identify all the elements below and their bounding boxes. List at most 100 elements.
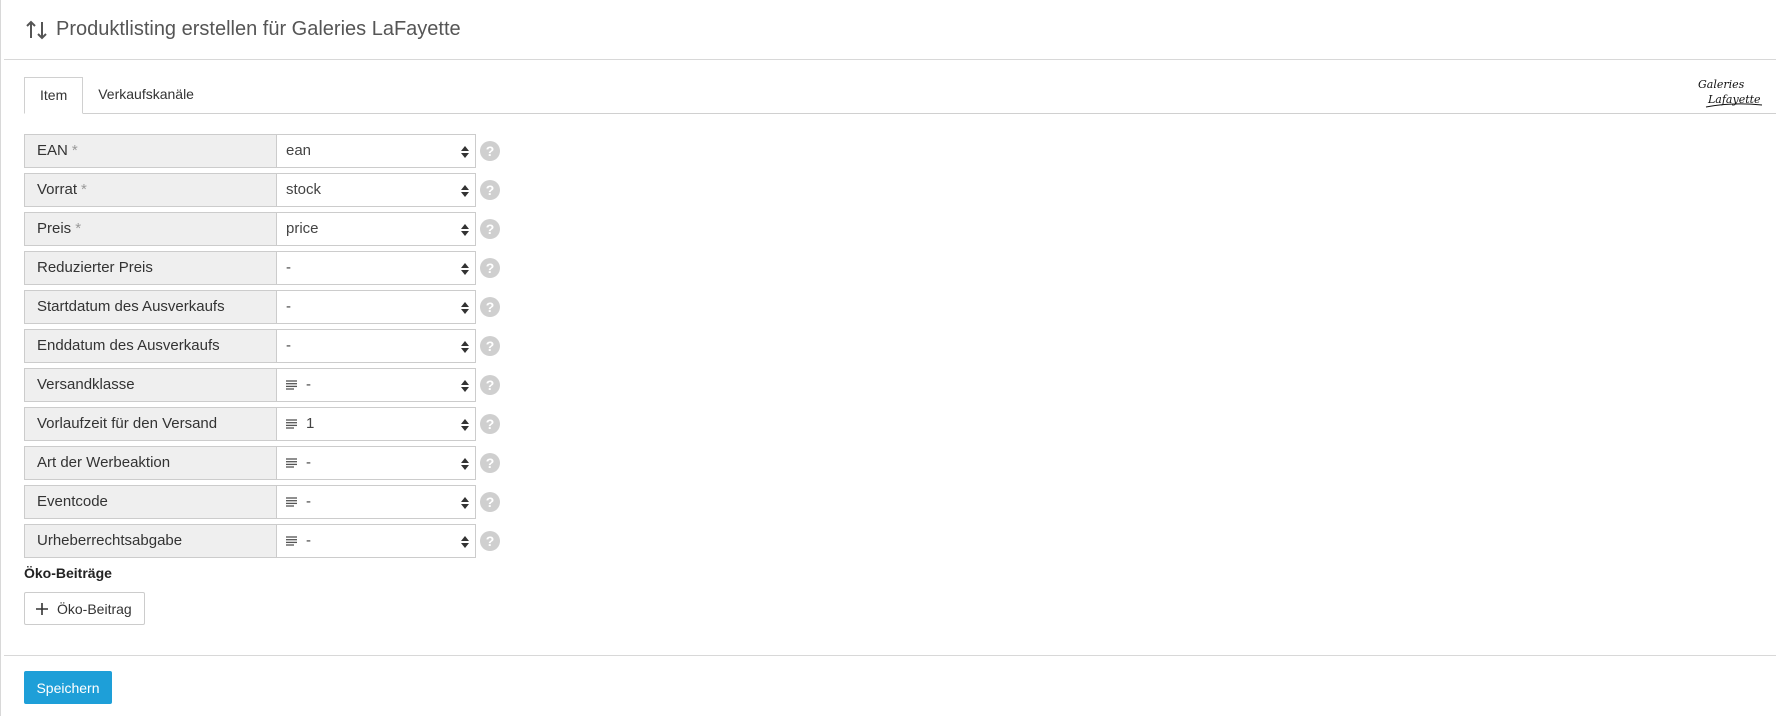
page-frame: [0, 0, 4, 716]
field-label: Enddatum des Ausverkaufs: [24, 329, 276, 363]
help-icon[interactable]: ?: [480, 453, 500, 473]
field-label-text: Eventcode: [37, 493, 108, 510]
save-button[interactable]: Speichern: [24, 671, 112, 704]
form-row: Preis * price?: [24, 212, 500, 246]
field-select-value: -: [306, 493, 311, 510]
field-select[interactable]: price: [276, 212, 476, 246]
select-arrows-icon: [461, 458, 469, 470]
field-label: EAN *: [24, 134, 276, 168]
plus-icon: [36, 602, 48, 615]
tab-item[interactable]: Item: [24, 77, 84, 114]
form-row: Vorrat * stock?: [24, 173, 500, 207]
field-select-value: price: [286, 220, 319, 237]
form-row: Reduzierter Preis -?: [24, 251, 500, 285]
form-row: Urheberrechtsabgabe -?: [24, 524, 500, 558]
field-select-value: -: [286, 298, 291, 315]
field-label: Vorlaufzeit für den Versand: [24, 407, 276, 441]
field-label: Vorrat *: [24, 173, 276, 207]
form-row: Art der Werbeaktion -?: [24, 446, 500, 480]
help-icon[interactable]: ?: [480, 375, 500, 395]
field-label-text: Enddatum des Ausverkaufs: [37, 337, 220, 354]
form-row: EAN * ean?: [24, 134, 500, 168]
field-label: Startdatum des Ausverkaufs: [24, 290, 276, 324]
field-select[interactable]: ean: [276, 134, 476, 168]
text-lines-icon: [286, 419, 297, 429]
help-icon[interactable]: ?: [480, 531, 500, 551]
select-arrows-icon: [461, 341, 469, 353]
form-row: Enddatum des Ausverkaufs -?: [24, 329, 500, 363]
footer-divider: [4, 655, 1776, 656]
field-select-value: -: [286, 259, 291, 276]
help-icon[interactable]: ?: [480, 258, 500, 278]
field-label-text: Startdatum des Ausverkaufs: [37, 298, 225, 315]
form-row: Startdatum des Ausverkaufs -?: [24, 290, 500, 324]
tab-bar: Item Verkaufskanäle: [24, 77, 1776, 114]
field-select[interactable]: -: [276, 251, 476, 285]
select-arrows-icon: [461, 224, 469, 236]
field-label: Urheberrechtsabgabe: [24, 524, 276, 558]
form-row: Vorlaufzeit für den Versand 1?: [24, 407, 500, 441]
help-icon[interactable]: ?: [480, 297, 500, 317]
select-arrows-icon: [461, 380, 469, 392]
field-label: Eventcode: [24, 485, 276, 519]
field-label-text: EAN: [37, 142, 68, 159]
text-lines-icon: [286, 380, 297, 390]
page-title: Produktlisting erstellen für Galeries La…: [56, 18, 461, 40]
field-select-value: -: [306, 532, 311, 549]
field-label-text: Versandklasse: [37, 376, 135, 393]
sort-arrows-icon: [26, 20, 47, 39]
text-lines-icon: [286, 497, 297, 507]
help-icon[interactable]: ?: [480, 414, 500, 434]
field-select-value: stock: [286, 181, 322, 198]
field-label-text: Art der Werbeaktion: [37, 454, 171, 471]
select-arrows-icon: [461, 185, 469, 197]
svg-text:Galeries: Galeries: [1698, 78, 1745, 91]
field-select[interactable]: -: [276, 485, 476, 519]
field-label-text: Preis: [37, 220, 72, 237]
required-marker: *: [75, 220, 82, 237]
field-select[interactable]: -: [276, 329, 476, 363]
field-label: Preis *: [24, 212, 276, 246]
field-select-value: ean: [286, 142, 312, 159]
help-icon[interactable]: ?: [480, 336, 500, 356]
field-select[interactable]: -: [276, 446, 476, 480]
field-select[interactable]: stock: [276, 173, 476, 207]
tab-verkaufskanaele[interactable]: Verkaufskanäle: [83, 77, 209, 113]
field-label: Versandklasse: [24, 368, 276, 402]
page-header: Produktlisting erstellen für Galeries La…: [4, 0, 1776, 60]
field-select-value: -: [306, 376, 311, 393]
required-marker: *: [71, 142, 78, 159]
select-arrows-icon: [461, 302, 469, 314]
required-marker: *: [81, 181, 87, 198]
field-select[interactable]: -: [276, 524, 476, 558]
field-select[interactable]: -: [276, 368, 476, 402]
field-label: Art der Werbeaktion: [24, 446, 276, 480]
field-label-text: Urheberrechtsabgabe: [37, 532, 183, 549]
field-select-value: -: [306, 454, 311, 471]
text-lines-icon: [286, 536, 297, 546]
select-arrows-icon: [461, 146, 469, 158]
field-select-value: 1: [306, 415, 315, 432]
select-arrows-icon: [461, 536, 469, 548]
add-eco-contribution-label: Öko-Beitrag: [57, 600, 132, 617]
form-row: Versandklasse -?: [24, 368, 500, 402]
help-icon[interactable]: ?: [480, 219, 500, 239]
field-select[interactable]: 1: [276, 407, 476, 441]
form-row: Eventcode -?: [24, 485, 500, 519]
field-label-text: Vorlaufzeit für den Versand: [37, 415, 218, 432]
field-label: Reduzierter Preis: [24, 251, 276, 285]
field-select-value: -: [286, 337, 291, 354]
help-icon[interactable]: ?: [480, 141, 500, 161]
eco-section-title: Öko-Beiträge: [24, 565, 112, 581]
help-icon[interactable]: ?: [480, 492, 500, 512]
field-label-text: Vorrat: [37, 181, 78, 198]
select-arrows-icon: [461, 263, 469, 275]
field-label-text: Reduzierter Preis: [37, 259, 153, 276]
add-eco-contribution-button[interactable]: Öko-Beitrag: [24, 592, 145, 625]
select-arrows-icon: [461, 497, 469, 509]
text-lines-icon: [286, 458, 297, 468]
select-arrows-icon: [461, 419, 469, 431]
galeries-lafayette-logo: Galeries Lafayette: [1698, 78, 1763, 108]
field-select[interactable]: -: [276, 290, 476, 324]
help-icon[interactable]: ?: [480, 180, 500, 200]
